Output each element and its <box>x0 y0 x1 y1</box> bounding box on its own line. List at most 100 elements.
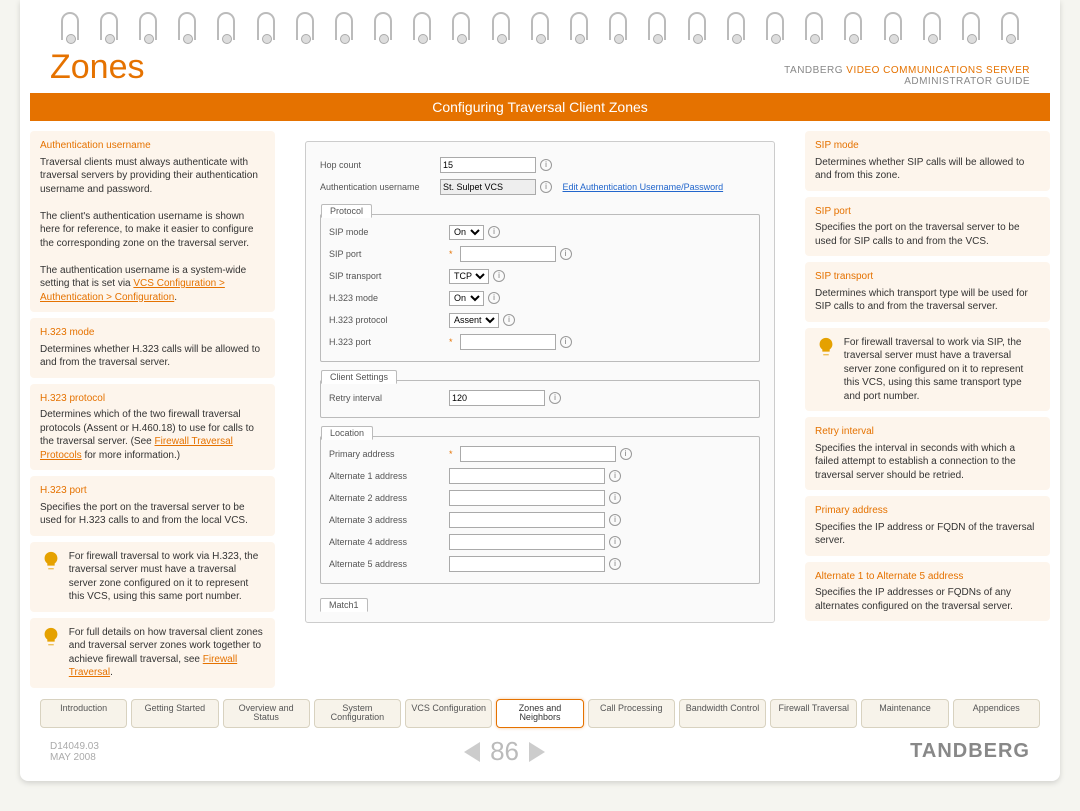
card-retry: Retry interval Specifies the interval in… <box>805 417 1050 490</box>
info-icon[interactable]: i <box>560 248 572 260</box>
h323port-label: H.323 port <box>329 337 449 347</box>
siptransport-text: Determines which transport type will be … <box>815 287 1040 314</box>
section-banner: Configuring Traversal Client Zones <box>30 93 1050 121</box>
auth-p2: The client's authentication username is … <box>40 210 265 251</box>
info-icon[interactable]: i <box>493 270 505 282</box>
lightbulb-icon <box>40 550 62 572</box>
content-columns: Authentication username Traversal client… <box>20 121 1060 693</box>
info-icon[interactable]: i <box>609 514 621 526</box>
card-h323-port: H.323 port Specifies the port on the tra… <box>30 476 275 536</box>
primary-text: Specifies the IP address or FQDN of the … <box>815 521 1040 548</box>
info-icon[interactable]: i <box>488 292 500 304</box>
h323protocol-heading: H.323 protocol <box>40 392 265 406</box>
tab-system-config[interactable]: System Configuration <box>314 699 401 729</box>
client-settings-section: Client Settings Retry intervali <box>320 380 760 418</box>
siptransport-heading: SIP transport <box>815 270 1040 284</box>
edit-auth-link[interactable]: Edit Authentication Username/Password <box>563 182 724 192</box>
card-primary: Primary address Specifies the IP address… <box>805 496 1050 556</box>
info-icon[interactable]: i <box>540 181 552 193</box>
hop-count-input[interactable] <box>440 157 536 173</box>
h323port-text: Specifies the port on the traversal serv… <box>40 501 265 528</box>
auth-heading: Authentication username <box>40 139 265 153</box>
h323protocol-text: Determines which of the two firewall tra… <box>40 408 265 462</box>
alternate-text: Specifies the IP addresses or FQDNs of a… <box>815 586 1040 613</box>
match-tab: Match1 <box>320 598 368 612</box>
sipport-text: Specifies the port on the traversal serv… <box>815 221 1040 248</box>
tab-bandwidth[interactable]: Bandwidth Control <box>679 699 766 729</box>
company-name: TANDBERG <box>784 65 843 76</box>
auth-p3: The authentication username is a system-… <box>40 264 265 305</box>
primary-input[interactable] <box>460 446 616 462</box>
sipport-heading: SIP port <box>815 205 1040 219</box>
info-icon[interactable]: i <box>609 492 621 504</box>
alt4-input[interactable] <box>449 534 605 550</box>
sipmode-heading: SIP mode <box>815 139 1040 153</box>
retry-label: Retry interval <box>329 393 449 403</box>
retry-input[interactable] <box>449 390 545 406</box>
auth-user-label: Authentication username <box>320 182 440 192</box>
siptrans-select[interactable]: TCP <box>449 269 489 284</box>
alt1-input[interactable] <box>449 468 605 484</box>
tab-firewall-traversal[interactable]: Firewall Traversal <box>770 699 857 729</box>
card-auth-username: Authentication username Traversal client… <box>30 131 275 312</box>
sipmode-select[interactable]: On <box>449 225 484 240</box>
h323mode-label: H.323 mode <box>329 293 449 303</box>
info-icon[interactable]: i <box>620 448 632 460</box>
alt3-input[interactable] <box>449 512 605 528</box>
auth-user-input <box>440 179 536 195</box>
card-alternate: Alternate 1 to Alternate 5 address Speci… <box>805 562 1050 622</box>
h323port-input[interactable] <box>460 334 556 350</box>
spiral-binding <box>20 0 1060 40</box>
tab-getting-started[interactable]: Getting Started <box>131 699 218 729</box>
card-sip-mode: SIP mode Determines whether SIP calls wi… <box>805 131 1050 191</box>
tab-appendices[interactable]: Appendices <box>953 699 1040 729</box>
h323port-heading: H.323 port <box>40 484 265 498</box>
auth-p1: Traversal clients must always authentica… <box>40 156 265 197</box>
info-icon[interactable]: i <box>549 392 561 404</box>
protocol-tab: Protocol <box>321 204 372 218</box>
info-icon[interactable]: i <box>609 558 621 570</box>
doc-number: D14049.03 <box>50 741 99 752</box>
tip-full-text: For full details on how traversal client… <box>69 626 264 680</box>
page: Zones TANDBERG VIDEO COMMUNICATIONS SERV… <box>20 0 1060 781</box>
info-icon[interactable]: i <box>560 336 572 348</box>
info-icon[interactable]: i <box>488 226 500 238</box>
page-number: 86 <box>490 736 519 767</box>
h323proto-select[interactable]: Assent <box>449 313 499 328</box>
brand-logo: TANDBERG <box>910 740 1030 763</box>
info-icon[interactable]: i <box>609 470 621 482</box>
info-icon[interactable]: i <box>540 159 552 171</box>
tab-zones-neighbors[interactable]: Zones and Neighbors <box>496 699 583 729</box>
prev-page-icon[interactable] <box>464 742 480 762</box>
alternate-heading: Alternate 1 to Alternate 5 address <box>815 570 1040 584</box>
alt5-input[interactable] <box>449 556 605 572</box>
siptrans-label: SIP transport <box>329 271 449 281</box>
center-column: Hop count i Authentication username i Ed… <box>285 131 795 688</box>
next-page-icon[interactable] <box>529 742 545 762</box>
h323mode-select[interactable]: On <box>449 291 484 306</box>
alt2-input[interactable] <box>449 490 605 506</box>
tab-introduction[interactable]: Introduction <box>40 699 127 729</box>
sipport-input[interactable] <box>460 246 556 262</box>
location-section: Location Primary address*i Alternate 1 a… <box>320 436 760 584</box>
tip-sip-text: For firewall traversal to work via SIP, … <box>844 336 1039 404</box>
tab-call-processing[interactable]: Call Processing <box>588 699 675 729</box>
alt2-label: Alternate 2 address <box>329 493 449 503</box>
h323mode-text: Determines whether H.323 calls will be a… <box>40 343 265 370</box>
tab-maintenance[interactable]: Maintenance <box>861 699 948 729</box>
sipmode-label: SIP mode <box>329 227 449 237</box>
left-column: Authentication username Traversal client… <box>30 131 275 688</box>
info-icon[interactable]: i <box>609 536 621 548</box>
alt1-label: Alternate 1 address <box>329 471 449 481</box>
pager: 86 <box>464 736 545 767</box>
info-icon[interactable]: i <box>503 314 515 326</box>
tip-full-details: For full details on how traversal client… <box>30 618 275 688</box>
tab-overview-status[interactable]: Overview and Status <box>223 699 310 729</box>
page-title: Zones <box>50 48 145 87</box>
page-header: Zones TANDBERG VIDEO COMMUNICATIONS SERV… <box>20 40 1060 93</box>
alt5-label: Alternate 5 address <box>329 559 449 569</box>
alt4-label: Alternate 4 address <box>329 537 449 547</box>
h323mode-heading: H.323 mode <box>40 326 265 340</box>
guide-subtitle: ADMINISTRATOR GUIDE <box>904 76 1030 87</box>
tab-vcs-config[interactable]: VCS Configuration <box>405 699 492 729</box>
